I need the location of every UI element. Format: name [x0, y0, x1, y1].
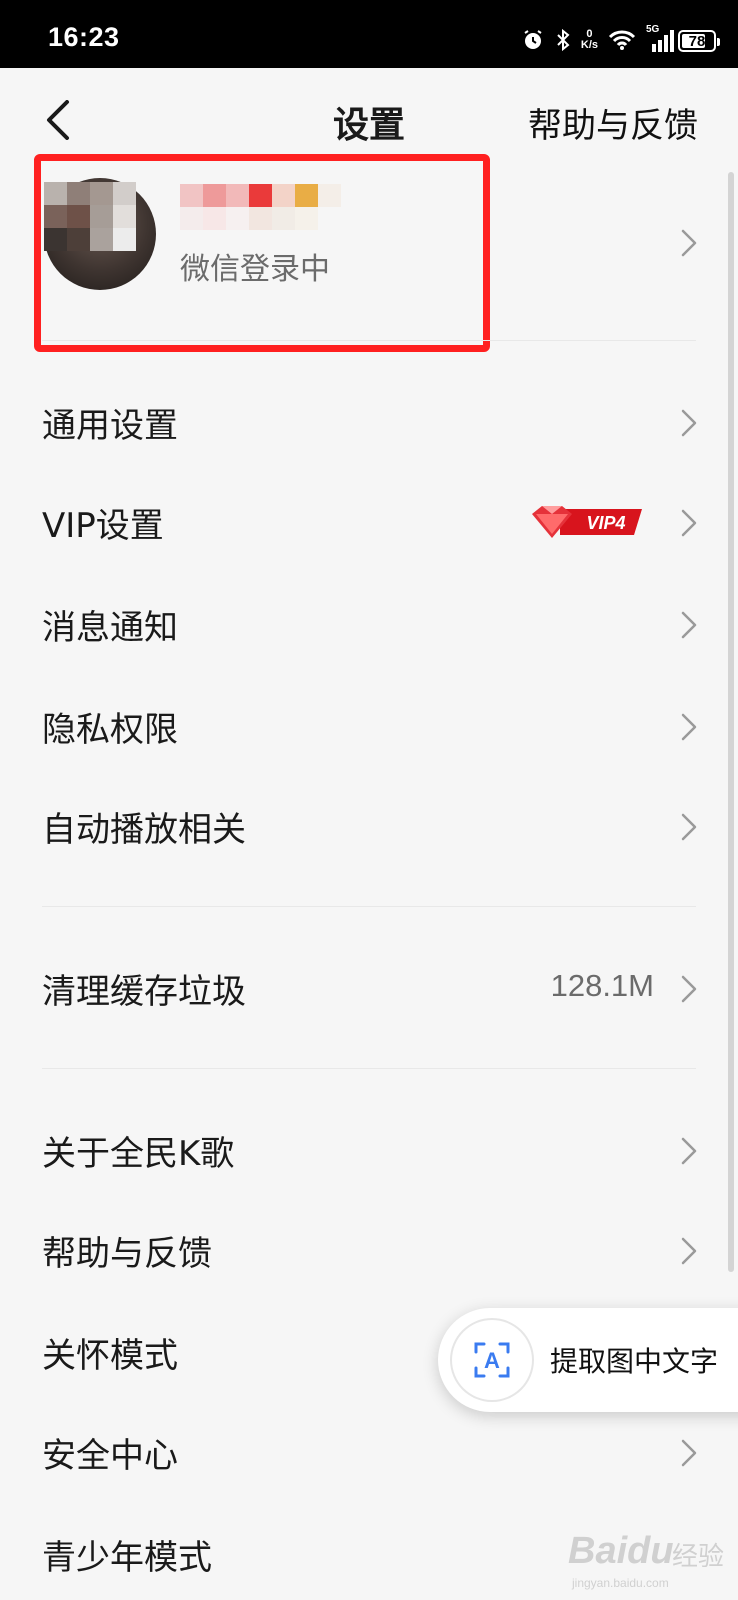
settings-row-notifications[interactable]: 消息通知: [0, 574, 738, 674]
settings-row-privacy[interactable]: 隐私权限: [0, 676, 738, 776]
profile-highlight-box: [34, 154, 490, 352]
chevron-right-icon: [681, 1137, 697, 1165]
status-time: 16:23: [48, 22, 120, 52]
baidu-watermark: Baidu 经验 jingyan.baidu.com: [568, 1530, 728, 1592]
row-label: 清理缓存垃圾: [42, 972, 246, 1012]
alarm-icon: [524, 30, 542, 49]
settings-row-help[interactable]: 帮助与反馈: [0, 1200, 738, 1300]
wifi-icon: [608, 30, 636, 50]
status-icons: 0 K/s 5G: [521, 24, 676, 54]
help-feedback-link[interactable]: 帮助与反馈: [528, 98, 698, 147]
chevron-right-icon: [681, 1439, 697, 1467]
battery-level: 78: [688, 32, 706, 50]
chevron-right-icon: [681, 1237, 697, 1265]
divider: [42, 906, 696, 907]
row-label: 安全中心: [42, 1436, 178, 1476]
extract-text-button[interactable]: A 提取图中文字: [438, 1308, 738, 1412]
status-bar: 16:23 0 K/s 5G 78: [0, 0, 738, 68]
bluetooth-icon: [557, 28, 570, 52]
cache-size: 128.1M: [550, 968, 654, 1003]
cellular-signal-icon: 5G: [646, 24, 676, 52]
scrollbar[interactable]: [728, 172, 734, 1272]
text-scan-icon: A: [474, 1342, 510, 1378]
chevron-right-icon: [681, 229, 697, 257]
settings-row-security[interactable]: 安全中心: [0, 1402, 738, 1502]
settings-row-autoplay[interactable]: 自动播放相关: [0, 776, 738, 876]
row-label: 关于全民K歌: [42, 1134, 235, 1174]
row-label: 关怀模式: [42, 1336, 178, 1376]
watermark-cn: 经验: [672, 1542, 725, 1572]
chevron-right-icon: [681, 975, 697, 1003]
chevron-right-icon: [681, 713, 697, 741]
row-label: VIP设置: [42, 506, 164, 546]
settings-row-about[interactable]: 关于全民K歌: [0, 1100, 738, 1200]
row-label: 自动播放相关: [42, 810, 246, 850]
extract-text-label: 提取图中文字: [550, 1345, 719, 1378]
vip-level-badge: VIP4: [532, 506, 642, 538]
row-label: 隐私权限: [42, 710, 178, 750]
svg-text:A: A: [484, 1348, 500, 1373]
divider: [42, 340, 696, 341]
divider: [42, 1068, 696, 1069]
svg-text:VIP4: VIP4: [586, 513, 625, 533]
chevron-right-icon: [681, 509, 697, 537]
row-label: 消息通知: [42, 608, 178, 648]
watermark-url: jingyan.baidu.com: [572, 1576, 669, 1590]
battery-icon: 78: [678, 30, 720, 52]
net-speed: 0 K/s: [580, 28, 598, 51]
chevron-right-icon: [681, 813, 697, 841]
row-label: 青少年模式: [42, 1538, 212, 1578]
settings-row-clear-cache[interactable]: 清理缓存垃圾 128.1M: [0, 938, 738, 1038]
chevron-right-icon: [681, 611, 697, 639]
settings-row-general[interactable]: 通用设置: [0, 372, 738, 472]
profile-card[interactable]: 微信登录中: [0, 154, 738, 352]
row-label: 帮助与反馈: [42, 1234, 212, 1274]
watermark-brand: Baidu: [568, 1530, 674, 1572]
settings-row-vip[interactable]: VIP设置 VIP4: [0, 472, 738, 572]
chevron-right-icon: [681, 409, 697, 437]
ocr-icon-container: A: [452, 1320, 532, 1400]
row-label: 通用设置: [42, 406, 178, 446]
